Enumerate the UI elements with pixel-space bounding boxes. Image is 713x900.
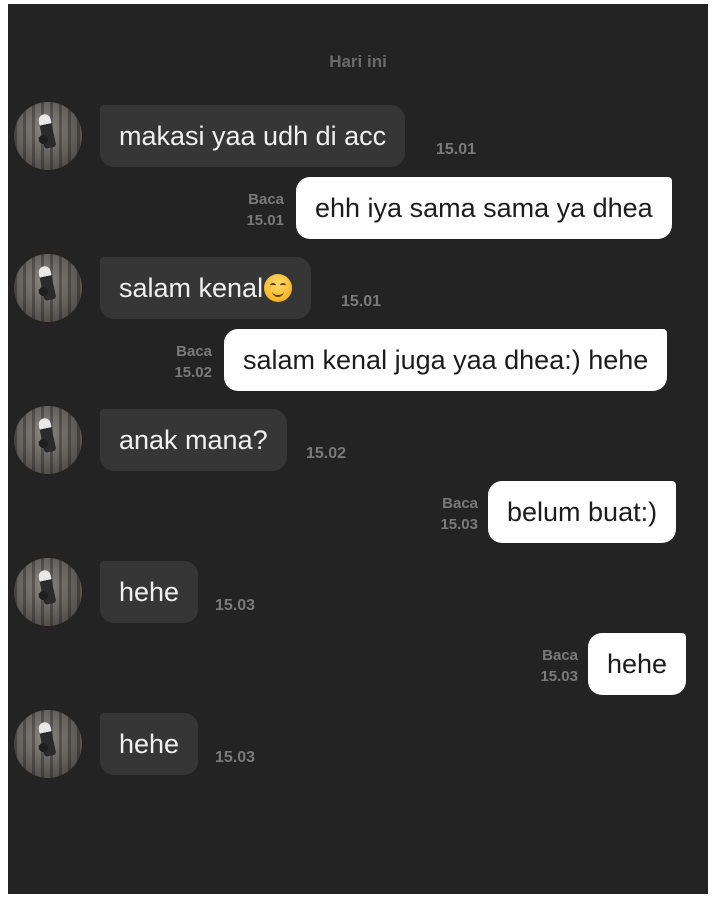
read-status: Baca [542,647,578,664]
message-text: anak mana? [119,424,268,455]
read-receipt: Baca 15.01 [214,189,284,231]
message-text: makasi yaa udh di acc [119,120,387,151]
message-text: hehe [119,576,180,607]
incoming-message-bubble[interactable]: salam kenal [100,257,312,319]
incoming-message-bubble[interactable]: hehe [100,713,199,775]
message-time: 15.03 [215,597,256,614]
read-receipt: Baca 15.02 [142,341,212,383]
chat-screen: Hari ini makasi yaa udh di acc 15.01 Bac… [8,4,708,894]
contact-avatar[interactable] [14,406,82,474]
message-text: salam kenal [119,272,264,303]
outgoing-message-bubble[interactable]: hehe [588,633,687,695]
message-time: 15.01 [246,212,284,229]
message-text: belum buat:) [507,496,658,527]
incoming-message-bubble[interactable]: anak mana? [100,409,287,471]
outgoing-message-bubble[interactable]: belum buat:) [488,481,677,543]
message-text: hehe [607,648,668,679]
message-text: salam kenal juga yaa dhea:) hehe [243,344,649,375]
message-text: hehe [119,728,180,759]
contact-avatar[interactable] [14,102,82,170]
message-time: 15.02 [306,445,347,462]
day-separator: Hari ini [329,52,387,71]
read-status: Baca [248,191,284,208]
read-status: Baca [442,495,478,512]
read-receipt: Baca 15.03 [508,645,578,687]
message-time: 15.03 [540,668,578,685]
incoming-message-bubble[interactable]: makasi yaa udh di acc [100,105,406,167]
message-time: 15.03 [440,516,478,533]
read-status: Baca [176,343,212,360]
outgoing-message-bubble[interactable]: salam kenal juga yaa dhea:) hehe [224,329,668,391]
message-time: 15.01 [341,293,382,310]
message-time: 15.01 [436,141,477,158]
outgoing-message-bubble[interactable]: ehh iya sama sama ya dhea [296,177,672,239]
incoming-message-bubble[interactable]: hehe [100,561,199,623]
contact-avatar[interactable] [14,558,82,626]
contact-avatar[interactable] [14,710,82,778]
read-receipt: Baca 15.03 [408,493,478,535]
contact-avatar[interactable] [14,254,82,322]
message-time: 15.02 [174,364,212,381]
message-text: ehh iya sama sama ya dhea [315,192,653,223]
message-time: 15.03 [215,749,256,766]
smiling-face-emoji-icon [264,274,293,302]
